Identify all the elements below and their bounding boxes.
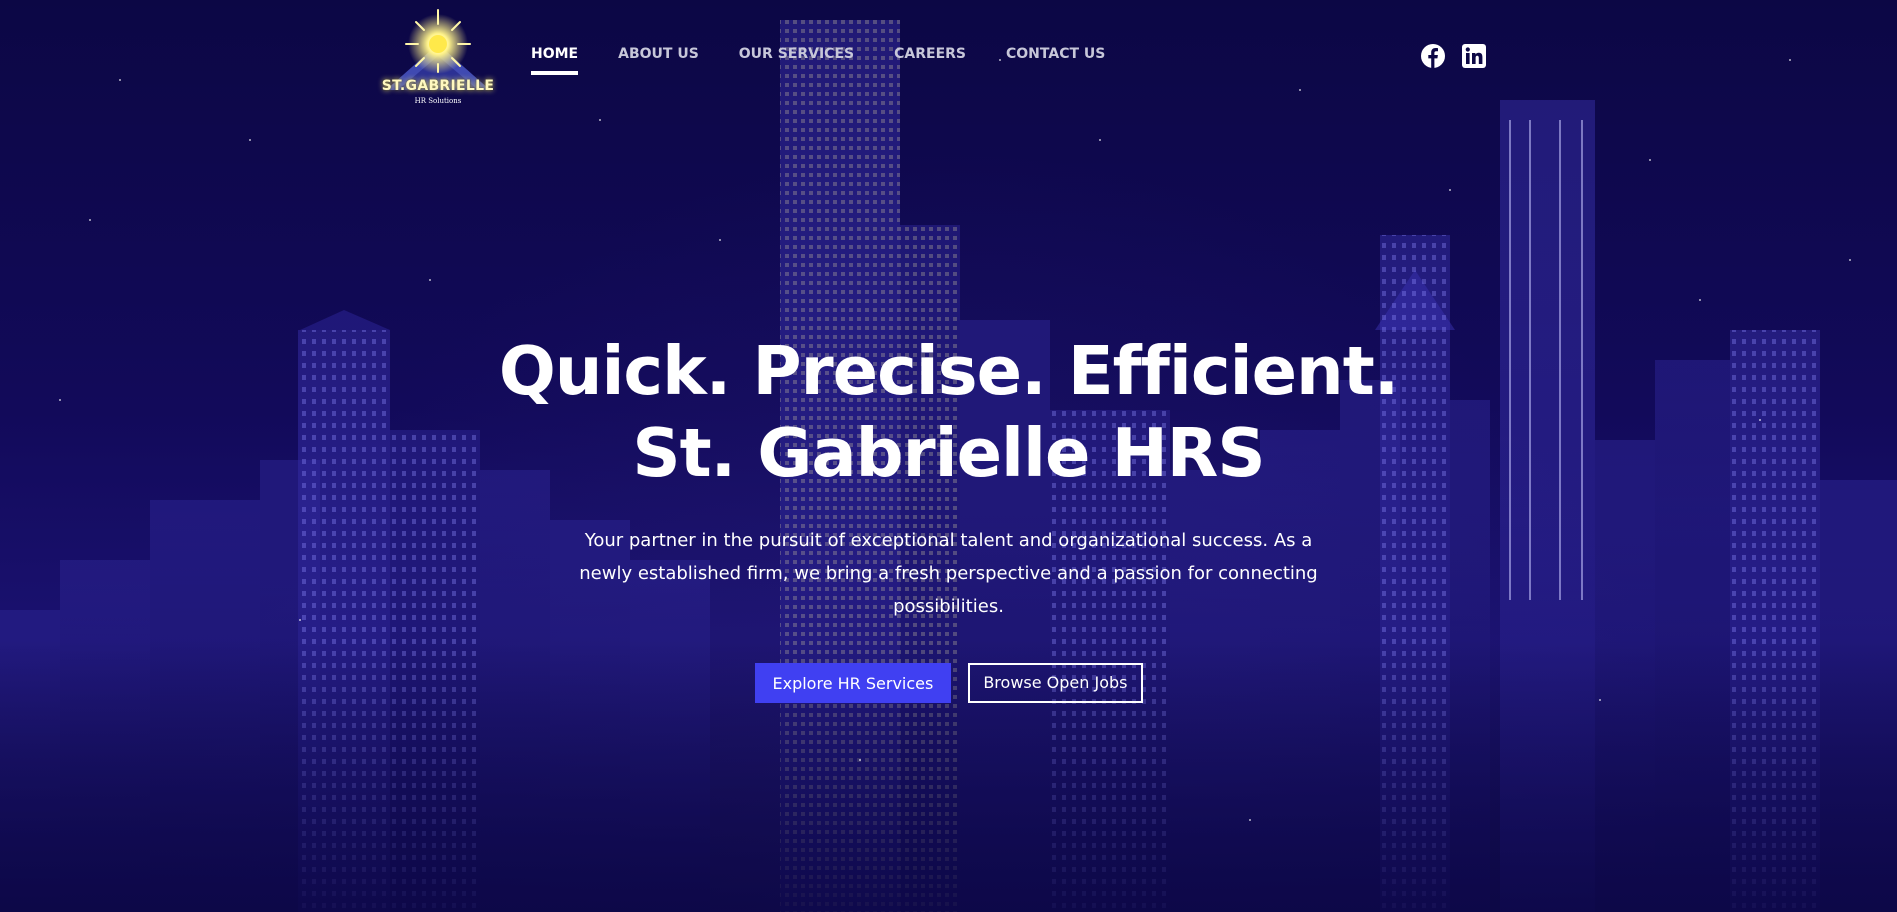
main-nav: HOME ABOUT US OUR SERVICES CAREERS CONTA… <box>531 46 1145 75</box>
hero-title-line-2: St. Gabrielle HRS <box>632 414 1265 492</box>
linkedin-link[interactable] <box>1461 43 1487 69</box>
hero-description: Your partner in the pursuit of exception… <box>579 530 1318 617</box>
explore-hr-services-button[interactable]: Explore HR Services <box>754 663 952 703</box>
brand-name: ST.GABRIELLE <box>381 78 495 94</box>
linkedin-icon <box>1462 44 1486 68</box>
nav-item-our-services[interactable]: OUR SERVICES <box>739 46 854 62</box>
brand-tagline: HR Solutions <box>414 97 462 105</box>
nav-item-home[interactable]: HOME <box>531 46 579 75</box>
hero-section: Quick. Precise. Efficient. St. Gabrielle… <box>0 330 1897 703</box>
site-header: ST.GABRIELLE HR Solutions HOME ABOUT US … <box>0 0 1897 110</box>
browse-open-jobs-button[interactable]: Browse Open Jobs <box>968 663 1143 703</box>
facebook-link[interactable] <box>1420 43 1446 69</box>
nav-item-careers[interactable]: CAREERS <box>894 46 966 62</box>
hero-title: Quick. Precise. Efficient. St. Gabrielle… <box>0 330 1897 494</box>
brand-logo[interactable]: ST.GABRIELLE HR Solutions <box>368 6 508 106</box>
page: ST.GABRIELLE HR Solutions HOME ABOUT US … <box>0 0 1897 912</box>
nav-item-about-us[interactable]: ABOUT US <box>618 46 699 62</box>
hero-title-line-1: Quick. Precise. Efficient. <box>498 332 1399 410</box>
nav-item-contact-us[interactable]: CONTACT US <box>1006 46 1105 62</box>
hero-cta-group: Explore HR Services Browse Open Jobs <box>0 663 1897 703</box>
facebook-icon <box>1421 44 1445 68</box>
